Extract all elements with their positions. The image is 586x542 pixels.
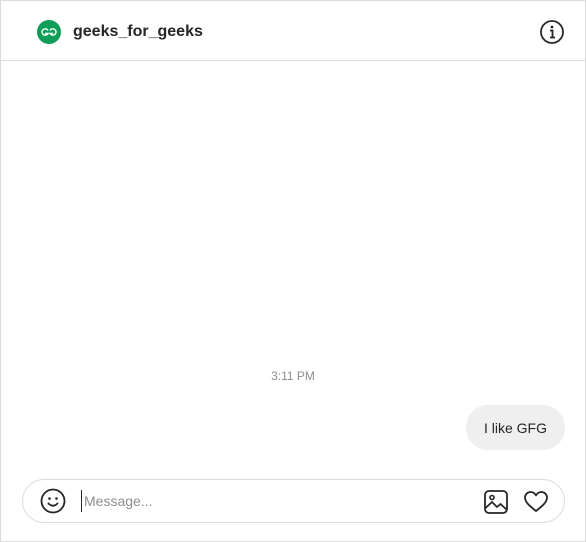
username[interactable]: geeks_for_geeks [73, 21, 203, 43]
upload-image-button[interactable] [483, 489, 509, 515]
gfg-logo-icon [41, 28, 57, 36]
emoji-button[interactable] [39, 487, 67, 515]
sent-message-bubble[interactable]: I like GFG [465, 405, 565, 450]
message-input[interactable] [81, 490, 466, 512]
direct-message-window: geeks_for_geeks 3:11 PM I like GFG [0, 0, 586, 542]
message-timestamp: 3:11 PM [271, 369, 315, 383]
info-button[interactable] [539, 19, 565, 45]
image-icon [484, 490, 508, 514]
like-button[interactable] [523, 489, 549, 515]
chat-header: geeks_for_geeks [1, 1, 585, 61]
heart-icon [524, 491, 548, 512]
emoji-icon [40, 488, 66, 514]
info-icon [540, 20, 564, 44]
avatar[interactable] [37, 20, 61, 44]
message-composer [22, 479, 565, 523]
